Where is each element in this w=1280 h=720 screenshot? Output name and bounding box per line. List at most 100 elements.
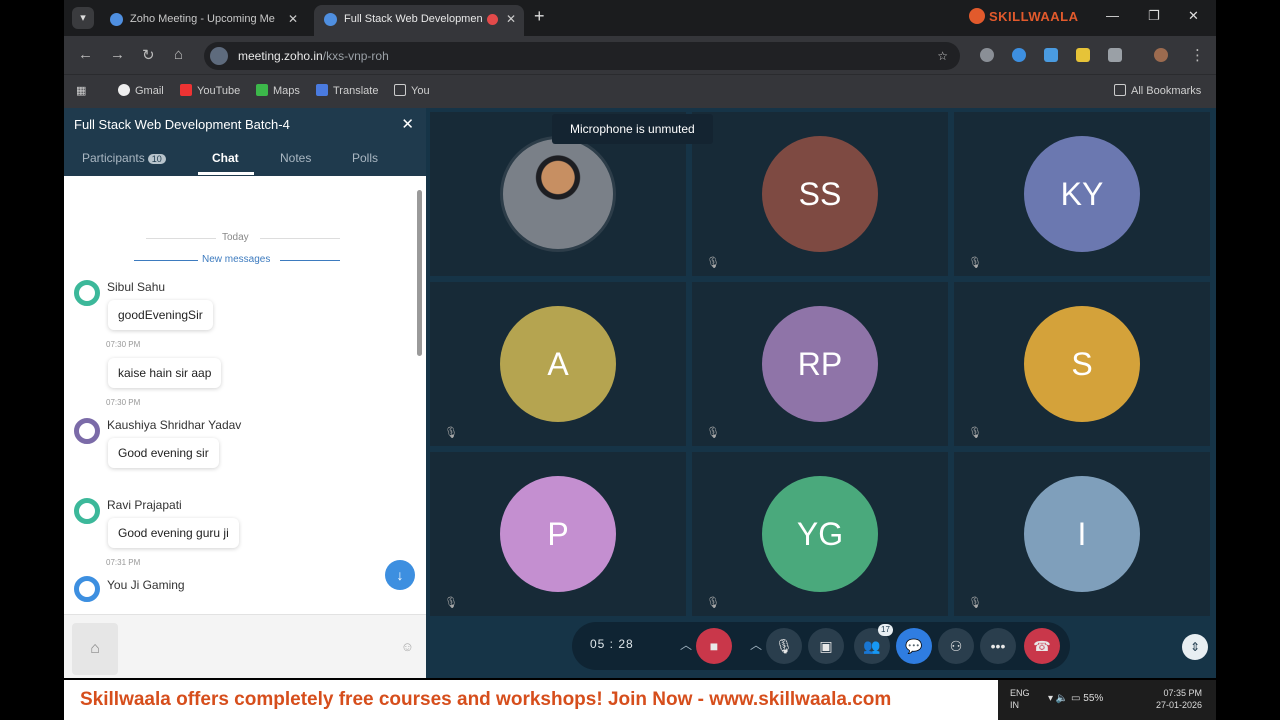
participant-tile[interactable]: SS 🎙	[692, 112, 948, 276]
attach-file-icon[interactable]: ⌂	[72, 623, 118, 675]
close-window-button[interactable]: ✕	[1188, 8, 1199, 24]
brand-text: SKILLWAALA	[989, 9, 1079, 24]
extensions-puzzle-icon[interactable]	[1108, 48, 1122, 62]
folder-icon	[394, 84, 406, 96]
minimize-button[interactable]: —	[1106, 8, 1119, 23]
chat-scrollbar[interactable]	[417, 190, 422, 356]
browser-menu-icon[interactable]: ⋮	[1190, 46, 1205, 64]
new-tab-button[interactable]: +	[534, 6, 545, 27]
site-info-icon[interactable]	[210, 47, 228, 65]
zoho-favicon-icon	[324, 13, 337, 26]
scroll-to-bottom-button[interactable]: ↓	[385, 560, 415, 590]
divider	[260, 238, 340, 239]
drop-extension-icon[interactable]	[1012, 48, 1026, 62]
participant-initials: RP	[762, 306, 878, 422]
forward-button[interactable]: →	[110, 46, 125, 63]
skillwaala-logo-icon	[969, 8, 985, 24]
meeting-title: Full Stack Web Development Batch-4	[74, 117, 290, 132]
new-messages-label: New messages	[202, 254, 271, 265]
participant-tile[interactable]: P 🎙	[430, 452, 686, 616]
message-bubble: kaise hain sir aap	[108, 358, 222, 388]
microphone-button[interactable]: 🎙	[766, 628, 802, 664]
breakout-button[interactable]: ⚇	[938, 628, 974, 664]
system-tray: ENG IN ▾ 🔈 ▭ 55% 07:35 PM 27-01-2026	[998, 680, 1216, 720]
profile-avatar[interactable]	[1154, 48, 1168, 62]
emoji-icon[interactable]: ☺	[401, 639, 414, 654]
camera-off-button[interactable]: ■	[696, 628, 732, 664]
bookmark-translate[interactable]: Translate	[316, 84, 378, 97]
tab-notes[interactable]: Notes	[280, 151, 311, 165]
message-bubble: Good evening sir	[108, 438, 219, 468]
bookmark-folder-you[interactable]: You	[394, 84, 430, 97]
close-tab-icon[interactable]: ✕	[288, 5, 298, 33]
participant-tile[interactable]: I 🎙	[954, 452, 1210, 616]
chat-button[interactable]: 💬	[896, 628, 932, 664]
video-extension-icon[interactable]	[1044, 48, 1058, 62]
bookmark-gmail[interactable]: Gmail	[118, 84, 164, 97]
tray-icons[interactable]: ▾ 🔈 ▭ 55%	[1048, 693, 1103, 704]
participant-initials: A	[500, 306, 616, 422]
tab-search-button[interactable]: ▾	[72, 7, 94, 29]
new-messages-line	[280, 260, 340, 261]
clock-date: 27-01-2026	[1156, 700, 1203, 710]
bookmark-star-icon[interactable]: ☆	[937, 42, 948, 70]
expand-icon[interactable]: ⇕	[1182, 634, 1208, 660]
bookmark-maps[interactable]: Maps	[256, 84, 300, 97]
bookmark-label: You	[411, 85, 430, 97]
url-path: /kxs-vnp-roh	[322, 49, 389, 63]
bookmark-label: YouTube	[197, 85, 241, 97]
tab-chat[interactable]: Chat	[212, 151, 239, 165]
url-host: meeting.zoho.in	[238, 49, 323, 63]
day-divider-label: Today	[222, 232, 249, 243]
close-sidebar-icon[interactable]: ✕	[401, 115, 414, 133]
chat-sidebar: Full Stack Web Development Batch-4 ✕ Par…	[64, 108, 426, 678]
message-sender: Kaushiya Shridhar Yadav	[107, 418, 242, 432]
participant-initials: S	[1024, 306, 1140, 422]
tab-polls[interactable]: Polls	[352, 151, 378, 165]
divider	[146, 238, 216, 239]
apps-grid-icon[interactable]: ▦	[76, 84, 86, 97]
video-grid: SS 🎙 KY 🎙 Microphone is unmuted A 🎙 RP 🎙…	[426, 108, 1216, 678]
participant-initials: KY	[1024, 136, 1140, 252]
participant-tile[interactable]: RP 🎙	[692, 282, 948, 446]
leave-meeting-button[interactable]: ☎	[1024, 628, 1060, 664]
back-button[interactable]: ←	[78, 46, 93, 63]
screen-share-button[interactable]: ▣	[808, 628, 844, 664]
all-bookmarks[interactable]: All Bookmarks	[1114, 84, 1201, 97]
audio-options-chevron-icon[interactable]: ︿	[750, 636, 762, 653]
participant-tile[interactable]: KY 🎙	[954, 112, 1210, 276]
notes-extension-icon[interactable]	[1076, 48, 1090, 62]
participant-tile[interactable]: S 🎙	[954, 282, 1210, 446]
mic-off-icon: 🎙	[706, 257, 720, 269]
address-bar[interactable]: meeting.zoho.in/kxs-vnp-roh ☆	[204, 42, 960, 70]
mic-off-icon: 🎙	[706, 427, 720, 439]
close-tab-icon[interactable]: ✕	[506, 5, 516, 33]
participant-tile[interactable]: YG 🎙	[692, 452, 948, 616]
participants-button[interactable]: 👥 17	[854, 624, 893, 664]
reload-button[interactable]: ↻	[142, 46, 155, 64]
home-button[interactable]: ⌂	[174, 46, 183, 63]
lang-region: IN	[1010, 700, 1019, 710]
clock[interactable]: 07:35 PM 27-01-2026	[1156, 687, 1202, 711]
google-icon	[118, 84, 130, 96]
video-options-chevron-icon[interactable]: ︿	[680, 636, 692, 653]
chat-messages[interactable]: Today New messages Sibul Sahu goodEvenin…	[64, 176, 426, 614]
clock-time: 07:35 PM	[1163, 688, 1203, 698]
recording-indicator-icon	[487, 14, 498, 25]
maps-icon	[256, 84, 268, 96]
tab-participants[interactable]: Participants 10	[82, 151, 166, 165]
participant-tile[interactable]: A 🎙	[430, 282, 686, 446]
extension-icon[interactable]	[980, 48, 994, 62]
tab-title: Full Stack Web Developmen	[344, 13, 483, 25]
message-composer[interactable]: ⌂ ☺	[64, 614, 426, 678]
browser-toolbar: ← → ↻ ⌂ meeting.zoho.in/kxs-vnp-roh ☆ ⋮	[64, 36, 1216, 74]
restore-button[interactable]: ❐	[1148, 8, 1160, 24]
language-indicator[interactable]: ENG IN	[1010, 687, 1030, 711]
new-messages-line	[134, 260, 198, 261]
bookmark-label: All Bookmarks	[1131, 85, 1202, 97]
bookmark-youtube[interactable]: YouTube	[180, 84, 240, 97]
participants-count-badge: 10	[147, 154, 166, 164]
tab-full-stack[interactable]: Full Stack Web Developmen ✕	[314, 5, 524, 36]
tab-zoho-meeting[interactable]: Zoho Meeting - Upcoming Me ✕	[100, 5, 306, 36]
more-options-button[interactable]: •••	[980, 628, 1016, 664]
